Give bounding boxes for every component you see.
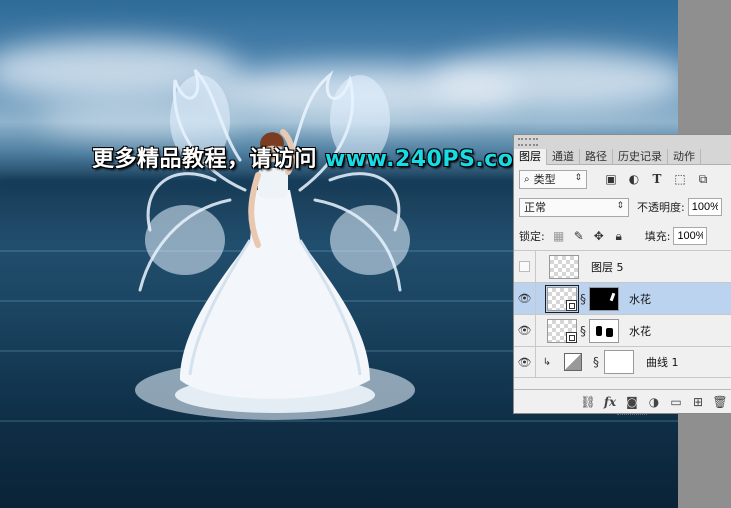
blend-mode-select[interactable]: 正常 ⇕ [519, 197, 629, 217]
fill-label: 填充: [644, 230, 671, 243]
visibility-off-icon [519, 261, 530, 272]
new-group-icon[interactable]: ▭ [665, 395, 687, 409]
eye-icon: 👁︎ [517, 324, 532, 337]
clipping-arrow-icon: ↳ [542, 356, 552, 368]
mask-link-icon[interactable]: § [590, 355, 602, 369]
smart-object-filter-icon[interactable]: ⧉ [695, 171, 711, 187]
layer-row[interactable]: 图层 5 [514, 250, 731, 283]
filter-kind-label: 类型 [533, 173, 556, 186]
layer-thumbnail[interactable] [547, 318, 577, 343]
watermark-text: 更多精品教程，请访问 [92, 147, 318, 172]
panel-title-bar[interactable] [514, 135, 731, 150]
layer-thumbnail [549, 254, 579, 279]
tab-channels[interactable]: 通道 [547, 149, 580, 165]
layer-name[interactable]: 曲线 1 [646, 354, 679, 370]
resize-grip[interactable] [617, 414, 647, 417]
filter-row: ⌕ 类型 ⇕ ▣ ◐ T ⬚ ⧉ [514, 168, 731, 190]
panel-bottom-bar: ⛓ fx ◙ ◑ ▭ ⊞ 🗑︎ [514, 389, 731, 415]
lock-all-icon[interactable]: 🔒︎ [611, 228, 627, 244]
blend-mode-value: 正常 [524, 201, 546, 214]
add-mask-icon[interactable]: ◙ [621, 395, 643, 409]
visibility-toggle[interactable]: 👁︎ [514, 282, 536, 315]
link-layers-icon[interactable]: ⛓ [577, 395, 599, 409]
layer-row[interactable]: 👁︎ ↳ § 曲线 1 [514, 346, 731, 378]
watermark-url: www.240PS.com [325, 147, 537, 172]
visibility-toggle[interactable] [514, 250, 536, 283]
layer-name[interactable]: 水花 [629, 291, 651, 307]
filter-kind-select[interactable]: ⌕ 类型 ⇕ [519, 169, 587, 189]
opacity-input[interactable] [687, 198, 722, 216]
shape-filter-icon[interactable]: ⬚ [672, 171, 688, 187]
layer-mask-thumbnail[interactable] [589, 286, 619, 311]
type-filter-icon[interactable]: T [649, 171, 665, 187]
lock-label: 锁定: [519, 230, 545, 243]
blend-row: 正常 ⇕ 不透明度: [514, 196, 731, 218]
smart-object-icon [566, 299, 577, 311]
smart-object-icon [566, 331, 577, 343]
chevron-updown-icon: ⇕ [616, 200, 624, 211]
adjustment-filter-icon[interactable]: ◐ [626, 171, 642, 187]
curves-adjustment-icon[interactable] [564, 353, 582, 371]
search-icon: ⌕ [524, 173, 530, 185]
layer-row-selected[interactable]: 👁︎ § 水花 [514, 282, 731, 315]
panel-tabbar: 图层 通道 路径 历史记录 动作 [514, 149, 731, 165]
delete-layer-icon[interactable]: 🗑︎ [709, 395, 731, 409]
tab-layers[interactable]: 图层 [514, 149, 547, 165]
layer-mask-thumbnail[interactable] [589, 318, 619, 343]
eye-icon: 👁︎ [517, 292, 532, 305]
mask-link-icon[interactable]: § [577, 324, 589, 338]
layers-panel[interactable]: 图层 通道 路径 历史记录 动作 ⌕ 类型 ⇕ ▣ ◐ T ⬚ ⧉ 正常 ⇕ 不… [513, 134, 731, 415]
panel-grip-icon[interactable] [518, 138, 538, 146]
tab-paths[interactable]: 路径 [580, 149, 613, 165]
layer-name[interactable]: 水花 [629, 323, 651, 339]
visibility-toggle[interactable]: 👁︎ [514, 346, 536, 378]
lock-position-icon[interactable]: ✥ [591, 228, 607, 244]
layer-thumbnail[interactable] [545, 284, 579, 313]
layer-row[interactable]: 👁︎ § 水花 [514, 314, 731, 347]
layer-mask-thumbnail[interactable] [604, 350, 634, 374]
fill-input[interactable] [673, 227, 708, 245]
image-filter-icon[interactable]: ▣ [603, 171, 619, 187]
visibility-toggle[interactable]: 👁︎ [514, 314, 536, 347]
lock-transparency-icon[interactable]: ▦ [551, 228, 567, 244]
new-layer-icon[interactable]: ⊞ [687, 395, 709, 409]
chevron-updown-icon: ⇕ [574, 172, 582, 183]
watermark: 更多精品教程，请访问 www.240PS.com [92, 141, 537, 173]
lock-pixels-icon[interactable]: ✎ [571, 228, 587, 244]
lock-row: 锁定: ▦ ✎ ✥ 🔒︎ 填充: [514, 225, 731, 247]
tab-history[interactable]: 历史记录 [613, 149, 668, 165]
adjustment-layer-icon[interactable]: ◑ [643, 395, 665, 409]
eye-icon: 👁︎ [517, 355, 532, 369]
mask-link-icon[interactable]: § [577, 292, 589, 306]
opacity-label: 不透明度: [637, 201, 685, 214]
fx-icon[interactable]: fx [599, 395, 621, 409]
tab-actions[interactable]: 动作 [668, 149, 701, 165]
layer-name[interactable]: 图层 5 [591, 259, 624, 275]
